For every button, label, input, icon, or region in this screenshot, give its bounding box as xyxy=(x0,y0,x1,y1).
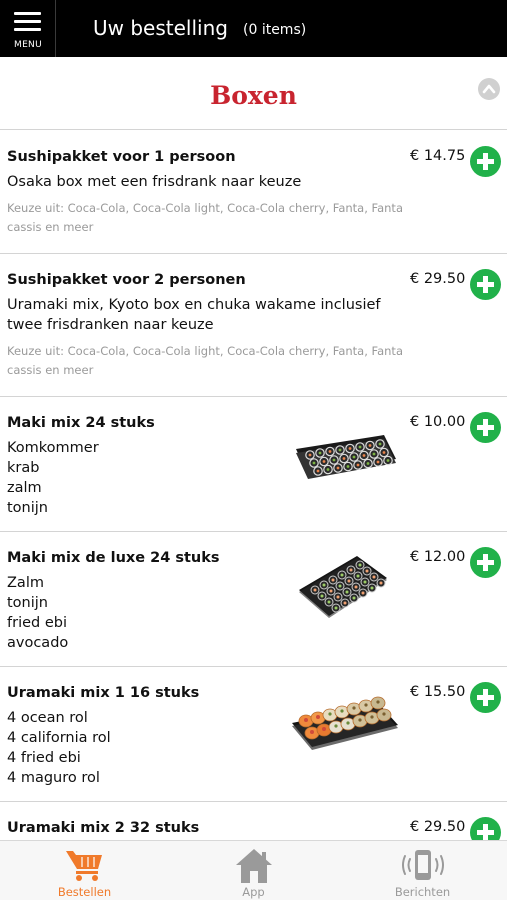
collapse-section-button[interactable] xyxy=(478,78,500,100)
tab-app[interactable]: App xyxy=(169,841,338,900)
content-line: 4 ocean rol xyxy=(7,710,88,726)
content-line: 4 maguro rol xyxy=(7,770,100,786)
list-item[interactable]: Sushipakket voor 1 persoon Osaka box met… xyxy=(0,131,507,254)
item-name: Sushipakket voor 2 personen xyxy=(7,272,246,288)
section-header: Boxen xyxy=(0,57,507,130)
tab-label: Bestellen xyxy=(57,885,112,899)
item-price: € 10.00 xyxy=(410,414,466,430)
list-item[interactable]: Maki mix 24 stuks Komkommer krab zalm to… xyxy=(0,397,507,532)
tab-bestellen[interactable]: Bestellen xyxy=(0,841,169,900)
plus-icon xyxy=(477,824,494,840)
hamburger-icon xyxy=(14,12,41,36)
add-to-cart-button[interactable] xyxy=(470,269,501,300)
item-price: € 29.50 xyxy=(410,271,466,287)
add-to-cart-button[interactable] xyxy=(470,412,501,443)
content-line: Zalm xyxy=(7,575,44,591)
plus-icon xyxy=(477,153,494,170)
list-item[interactable]: Uramaki mix 1 16 stuks 4 ocean rol 4 cal… xyxy=(0,667,507,802)
product-image xyxy=(288,409,400,489)
list-item[interactable]: Sushipakket voor 2 personen Uramaki mix,… xyxy=(0,254,507,397)
content-line: 4 fried ebi xyxy=(7,750,81,766)
phone-vibrate-icon xyxy=(402,850,444,880)
content-line: tonijn xyxy=(7,595,48,611)
item-price: € 12.00 xyxy=(410,549,466,565)
item-note: Keuze uit: Coca-Cola, Coca-Cola light, C… xyxy=(7,201,403,234)
item-description: Uramaki mix, Kyoto box en chuka wakame i… xyxy=(7,297,381,333)
item-name: Uramaki mix 2 32 stuks xyxy=(7,820,200,836)
plus-icon xyxy=(477,689,494,706)
tab-label: App xyxy=(242,885,265,899)
product-list: Sushipakket voor 1 persoon Osaka box met… xyxy=(0,131,507,840)
menu-button[interactable]: MENU xyxy=(0,0,56,57)
item-name: Sushipakket voor 1 persoon xyxy=(7,149,236,165)
item-name: Maki mix de luxe 24 stuks xyxy=(7,550,220,566)
content-line: zalm xyxy=(7,480,42,496)
tab-berichten[interactable]: Berichten xyxy=(338,841,507,900)
content-line: Komkommer xyxy=(7,440,99,456)
add-to-cart-button[interactable] xyxy=(470,146,501,177)
item-price: € 29.50 xyxy=(410,819,466,835)
cart-icon xyxy=(66,851,102,881)
list-item[interactable]: Maki mix de luxe 24 stuks Zalm tonijn fr… xyxy=(0,532,507,667)
top-bar: MENU Uw bestelling (0 items) xyxy=(0,0,507,57)
list-item[interactable]: Uramaki mix 2 32 stuks € 29.50 xyxy=(0,802,507,840)
item-note: Keuze uit: Coca-Cola, Coca-Cola light, C… xyxy=(7,344,403,377)
content-line: avocado xyxy=(7,635,69,651)
menu-label: MENU xyxy=(14,40,42,50)
product-image xyxy=(295,544,391,628)
bottom-tab-bar: Bestellen App Berichten xyxy=(0,840,507,900)
cart-item-count: (0 items) xyxy=(243,22,307,38)
content-line: krab xyxy=(7,460,40,476)
tab-label: Berichten xyxy=(394,885,451,899)
add-to-cart-button[interactable] xyxy=(470,682,501,713)
home-icon xyxy=(236,849,272,883)
content-line: fried ebi xyxy=(7,615,67,631)
section-title: Boxen xyxy=(210,81,297,110)
add-to-cart-button[interactable] xyxy=(470,817,501,840)
plus-icon xyxy=(477,276,494,293)
product-image xyxy=(290,683,400,761)
plus-icon xyxy=(477,554,494,571)
content-line: tonijn xyxy=(7,500,48,516)
item-description: Osaka box met een frisdrank naar keuze xyxy=(7,174,302,190)
item-name: Maki mix 24 stuks xyxy=(7,415,155,431)
item-contents: Komkommer krab zalm tonijn xyxy=(7,438,277,518)
item-contents: Zalm tonijn fried ebi avocado xyxy=(7,573,277,653)
item-price: € 14.75 xyxy=(410,148,466,164)
plus-icon xyxy=(477,419,494,436)
chevron-up-icon xyxy=(482,84,496,94)
add-to-cart-button[interactable] xyxy=(470,547,501,578)
item-name: Uramaki mix 1 16 stuks xyxy=(7,685,200,701)
item-contents: 4 ocean rol 4 california rol 4 fried ebi… xyxy=(7,708,277,788)
item-price: € 15.50 xyxy=(410,684,466,700)
page-title: Uw bestelling xyxy=(93,16,228,40)
content-line: 4 california rol xyxy=(7,730,111,746)
